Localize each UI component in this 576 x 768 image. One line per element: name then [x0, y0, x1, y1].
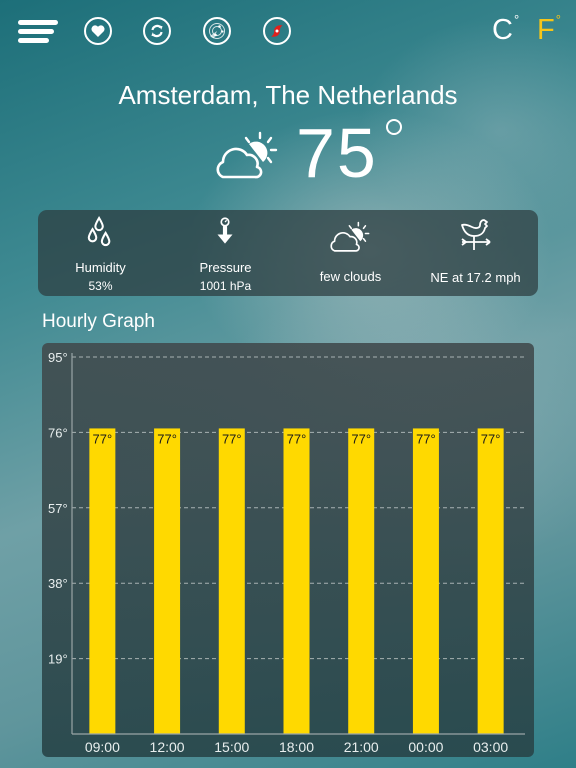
degree-symbol	[385, 119, 402, 135]
conditions-item: few clouds	[288, 210, 413, 296]
current-temperature: 75	[296, 113, 402, 193]
bar	[154, 428, 181, 734]
bar	[412, 428, 439, 734]
pressure-label: Pressure	[199, 260, 252, 275]
pressure-value: 1001 hPa	[199, 279, 252, 293]
bar-value-label: 77°	[481, 431, 501, 446]
x-tick-label: 21:00	[344, 739, 379, 755]
x-tick-label: 18:00	[279, 739, 314, 755]
partly-cloudy-icon	[216, 131, 278, 179]
humidity-drops-icon	[87, 216, 111, 247]
bar	[89, 428, 116, 734]
bar-value-label: 77°	[93, 431, 113, 446]
hamburger-menu-icon[interactable]	[18, 20, 58, 46]
x-tick-label: 00:00	[408, 739, 443, 755]
current-temperature-value: 75	[296, 114, 378, 192]
top-toolbar: C° F°	[0, 0, 576, 66]
favorites-button[interactable]	[84, 17, 112, 45]
conditions-panel: Humidity 53% Pressure 1001 hPa few cloud…	[38, 210, 538, 296]
radar-icon	[209, 23, 225, 39]
x-tick-label: 09:00	[85, 739, 120, 755]
bar	[477, 428, 504, 734]
y-tick-label: 57°	[48, 501, 68, 516]
bar-value-label: 77°	[351, 431, 371, 446]
fahrenheit-toggle[interactable]: F°	[537, 12, 561, 47]
wind-item: NE at 17.2 mph	[413, 210, 538, 296]
partly-cloudy-icon	[330, 221, 370, 252]
radar-button[interactable]	[203, 17, 231, 45]
x-tick-label: 03:00	[473, 739, 508, 755]
bar	[283, 428, 310, 734]
hourly-graph-panel: 19° 38° 57° 76° 95° 77° 77° 77° 77° 77° 77° 77° 09…	[42, 343, 534, 757]
barometer-arrow-icon	[217, 217, 233, 244]
y-tick-label: 76°	[48, 425, 68, 440]
y-tick-label: 95°	[48, 350, 68, 365]
hourly-chart: 19° 38° 57° 76° 95° 77° 77° 77° 77° 77° 77° 77° 09…	[48, 350, 525, 755]
heart-icon	[91, 25, 105, 37]
wind-label: NE at 17.2 mph	[430, 270, 521, 285]
refresh-icon	[151, 24, 163, 38]
humidity-label: Humidity	[75, 260, 126, 275]
bar	[348, 428, 375, 734]
pressure-item: Pressure 1001 hPa	[163, 210, 288, 296]
humidity-item: Humidity 53%	[38, 210, 163, 296]
bar-value-label: 77°	[287, 431, 307, 446]
y-tick-label: 19°	[48, 652, 68, 667]
weather-vane-rooster-icon	[461, 219, 491, 250]
bar-value-label: 77°	[157, 431, 177, 446]
degree-symbol: °	[555, 12, 561, 28]
fahrenheit-label: F	[537, 14, 555, 46]
refresh-button[interactable]	[143, 17, 171, 45]
celsius-label: C	[492, 14, 513, 46]
degree-symbol: °	[513, 12, 520, 28]
bar	[218, 428, 245, 734]
x-tick-label: 15:00	[214, 739, 249, 755]
humidity-value: 53%	[88, 279, 113, 293]
y-tick-label: 38°	[48, 576, 68, 591]
location-title: Amsterdam, The Netherlands	[118, 80, 458, 110]
x-tick-label: 12:00	[150, 739, 185, 755]
hurricane-button[interactable]	[263, 17, 291, 45]
conditions-label: few clouds	[319, 269, 382, 284]
graph-title: Hourly Graph	[42, 311, 155, 332]
hurricane-icon	[271, 25, 283, 37]
bar-value-label: 77°	[222, 431, 242, 446]
bar-value-label: 77°	[416, 431, 436, 446]
celsius-toggle[interactable]: C°	[492, 12, 520, 47]
